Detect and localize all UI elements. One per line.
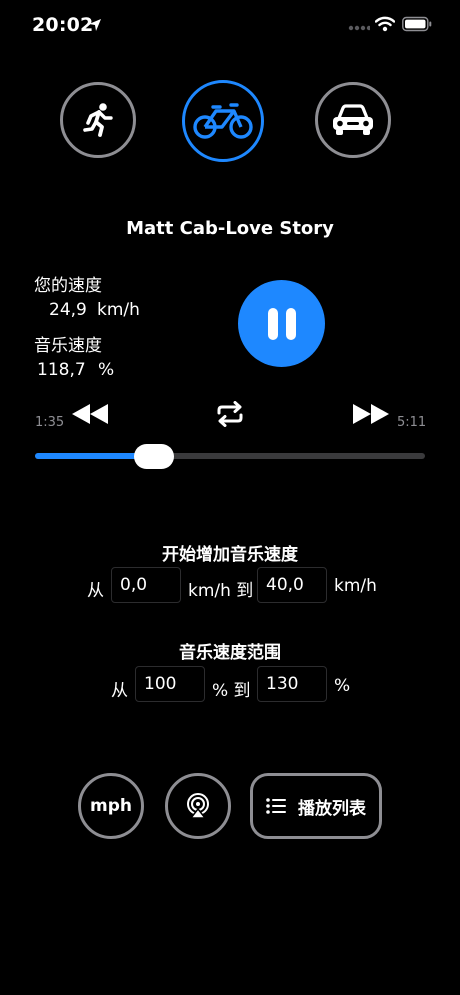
walk-mode-button[interactable] bbox=[60, 82, 136, 158]
mph-toggle-button[interactable]: mph bbox=[78, 773, 144, 839]
speed-from-label: 从 bbox=[87, 581, 104, 601]
playlist-label: 播放列表 bbox=[298, 798, 366, 819]
bicycle-icon bbox=[193, 103, 253, 139]
fast-forward-button[interactable] bbox=[352, 403, 390, 425]
battery-icon bbox=[402, 16, 432, 32]
music-to-input[interactable] bbox=[257, 666, 327, 702]
your-speed-unit: km/h bbox=[97, 300, 140, 320]
music-speed-unit: % bbox=[98, 360, 115, 380]
song-title: Matt Cab-Love Story bbox=[126, 218, 334, 239]
wifi-icon bbox=[375, 16, 395, 32]
speed-unit-to-label: km/h 到 bbox=[188, 581, 254, 601]
music-speed-value: 118,7 bbox=[37, 360, 86, 380]
car-icon bbox=[333, 104, 373, 135]
rewind-button[interactable] bbox=[71, 403, 109, 425]
speed-from-input[interactable] bbox=[111, 567, 181, 603]
elapsed-time: 1:35 bbox=[35, 415, 65, 430]
your-speed-label: 您的速度 bbox=[34, 276, 102, 296]
cellular-signal-icon bbox=[348, 25, 370, 31]
music-speed-label: 音乐速度 bbox=[34, 336, 102, 356]
speed-to-input[interactable] bbox=[257, 567, 327, 603]
pause-button[interactable] bbox=[238, 280, 325, 367]
mph-label: mph bbox=[90, 796, 132, 816]
car-mode-button[interactable] bbox=[315, 82, 391, 158]
location-arrow-icon bbox=[89, 19, 101, 31]
speed-unit-label: km/h bbox=[334, 576, 377, 596]
your-speed-value: 24,9 bbox=[49, 300, 87, 320]
playlist-button[interactable]: 播放列表 bbox=[250, 773, 382, 839]
airplay-button[interactable] bbox=[165, 773, 231, 839]
repeat-button[interactable] bbox=[215, 401, 245, 427]
bike-mode-button[interactable] bbox=[182, 80, 264, 162]
airplay-icon bbox=[187, 793, 209, 819]
music-unit-to-label: % 到 bbox=[212, 681, 251, 701]
pause-icon bbox=[267, 307, 296, 340]
status-time: 20:02 bbox=[32, 14, 94, 36]
list-icon bbox=[266, 798, 286, 814]
music-from-label: 从 bbox=[111, 681, 128, 701]
music-from-input[interactable] bbox=[135, 666, 205, 702]
duration-time: 5:11 bbox=[397, 415, 427, 430]
speed-range-title: 开始增加音乐速度 bbox=[162, 545, 298, 565]
music-range-title: 音乐速度范围 bbox=[179, 643, 281, 663]
running-person-icon bbox=[83, 103, 113, 137]
music-unit-label: % bbox=[334, 676, 351, 696]
progress-thumb[interactable] bbox=[133, 444, 174, 469]
